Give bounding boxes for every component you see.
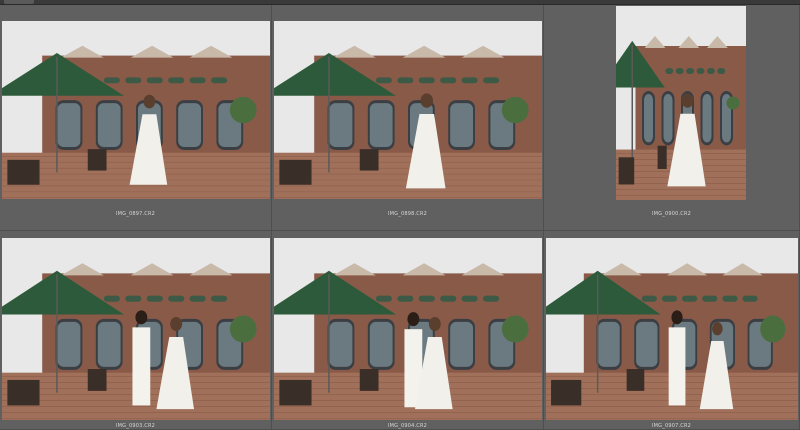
filename-label: IMG_0907.CR2 — [651, 423, 692, 429]
filename-label: IMG_0898.CR2 — [387, 211, 428, 217]
photo-thumbnail[interactable] — [274, 238, 542, 420]
filename-label: IMG_0903.CR2 — [115, 423, 156, 429]
thumbnail-grid: IMG_0897.CR2 IMG_0898.CR2 IMG_0900.CR2 I… — [0, 5, 800, 430]
filename-label: IMG_0897.CR2 — [115, 211, 156, 217]
photo-thumbnail[interactable] — [2, 21, 270, 199]
thumbnail-cell[interactable]: IMG_0897.CR2 — [0, 5, 272, 231]
thumbnail-cell[interactable]: IMG_0907.CR2 — [544, 231, 800, 430]
thumbnail-cell[interactable]: IMG_0898.CR2 — [272, 5, 544, 231]
tab-icon[interactable] — [4, 0, 34, 4]
thumbnail-cell[interactable]: IMG_0903.CR2 — [0, 231, 272, 430]
photo-thumbnail[interactable] — [546, 238, 798, 420]
filename-label: IMG_0904.CR2 — [387, 423, 428, 429]
photo-thumbnail[interactable] — [2, 238, 270, 420]
filename-label: IMG_0900.CR2 — [651, 211, 692, 217]
thumbnail-cell[interactable]: IMG_0900.CR2 — [544, 5, 800, 231]
photo-thumbnail[interactable] — [274, 21, 542, 199]
photo-thumbnail[interactable] — [616, 6, 746, 200]
thumbnail-cell[interactable]: IMG_0904.CR2 — [272, 231, 544, 430]
